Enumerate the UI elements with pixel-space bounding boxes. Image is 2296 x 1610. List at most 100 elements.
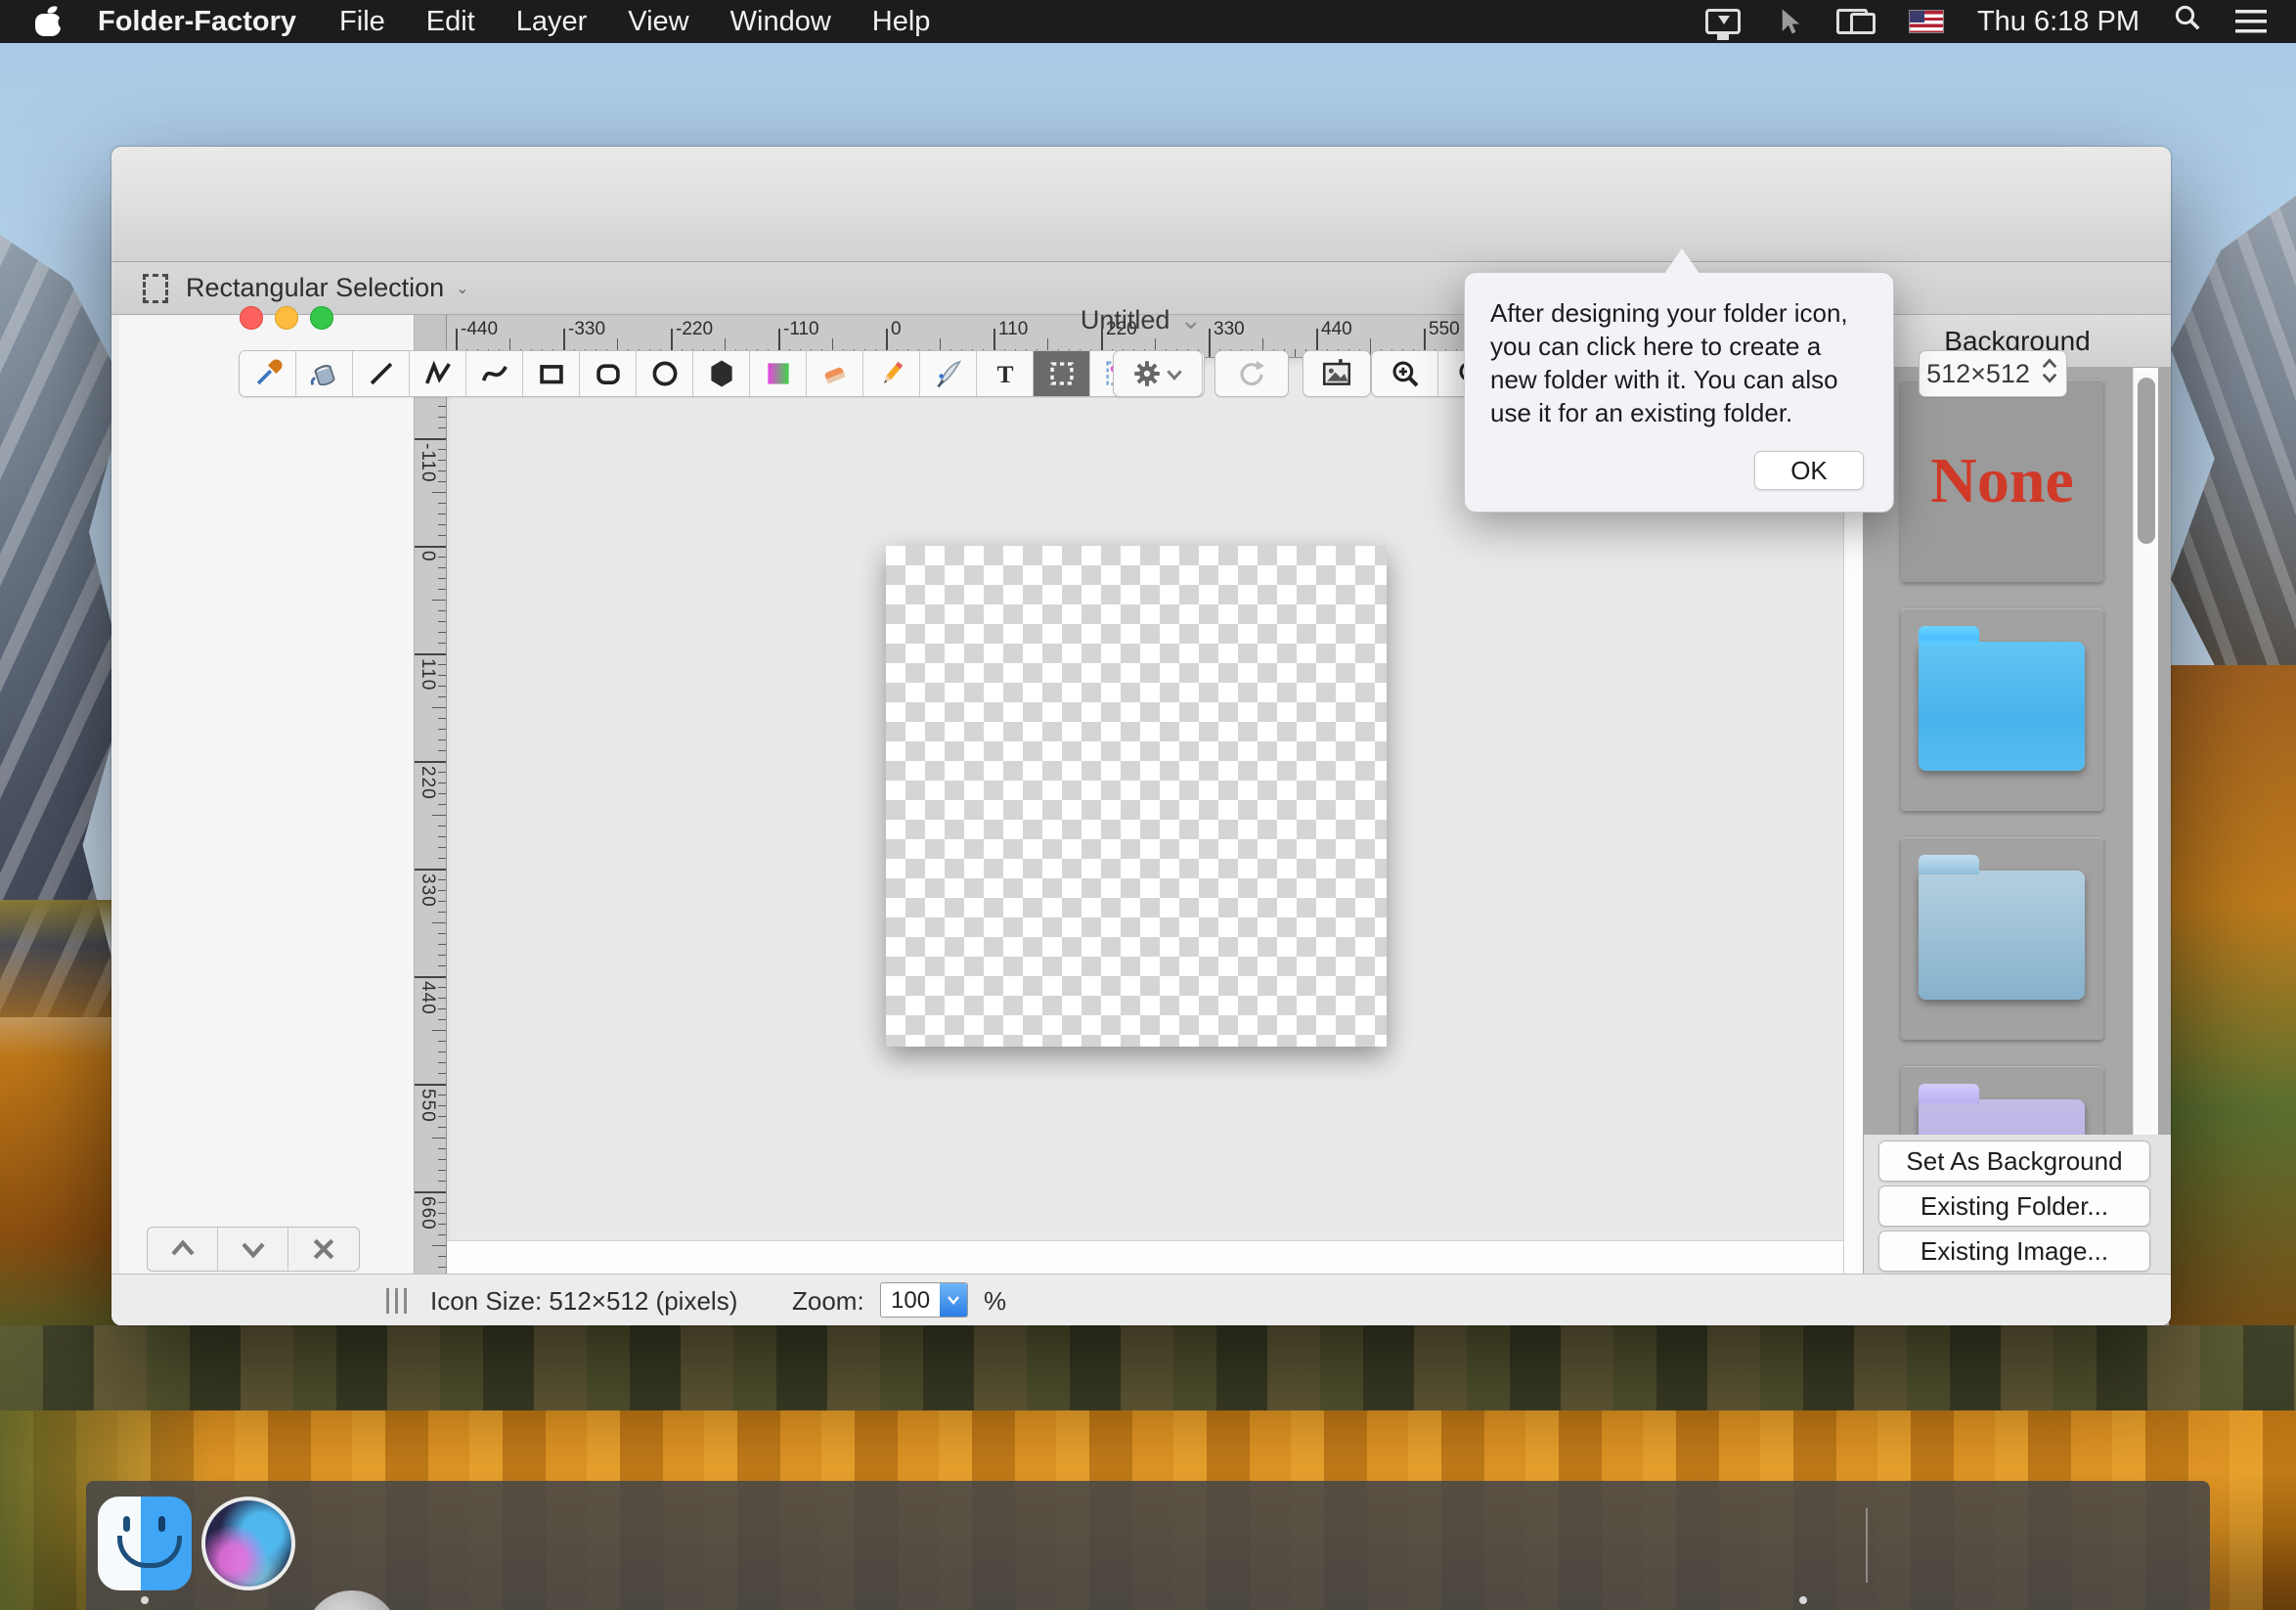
ruler-tick-label: 0: [417, 551, 438, 562]
airbrush-tool[interactable]: [920, 351, 977, 396]
panel-scrollbar[interactable]: [2133, 368, 2158, 1135]
eyedropper-tool[interactable]: [240, 351, 296, 396]
layer-move-down-button[interactable]: [218, 1228, 288, 1271]
pointer-icon[interactable]: [1774, 7, 1803, 36]
ruler-tick-label: 550: [417, 1089, 438, 1123]
close-button[interactable]: [240, 306, 263, 330]
icon-size-stepper[interactable]: 512×512: [1919, 350, 2067, 397]
horizontal-scrollbar[interactable]: [447, 1240, 1863, 1274]
purple-folder-thumbnail[interactable]: [1901, 1066, 2103, 1135]
stepper-arrows-icon: [2040, 356, 2059, 392]
finder-dock-icon[interactable]: [98, 1497, 192, 1590]
dock: JAN252803D♫: [86, 1481, 2210, 1610]
polyline-tool[interactable]: [410, 351, 466, 396]
selection-mode-label: Rectangular Selection: [186, 273, 444, 303]
autumn-trees-left: [0, 900, 117, 1350]
siri-dock-icon[interactable]: [201, 1497, 295, 1590]
menu-view[interactable]: View: [628, 6, 688, 38]
line-tool[interactable]: [353, 351, 410, 396]
spotlight-search-icon[interactable]: [2173, 3, 2202, 40]
zoom-label: Zoom:: [792, 1286, 864, 1317]
percent-sign: %: [984, 1286, 1006, 1317]
ruler-tick-label: 330: [417, 873, 438, 908]
app-menu[interactable]: Folder-Factory: [98, 6, 296, 38]
pencil-tool[interactable]: [863, 351, 920, 396]
ruler-tick-label: 110: [417, 658, 438, 691]
existing-folder-button[interactable]: Existing Folder...: [1878, 1185, 2150, 1227]
notification-center-icon[interactable]: [2235, 10, 2267, 33]
eraser-tool[interactable]: [807, 351, 863, 396]
launchpad-dock-icon[interactable]: [305, 1590, 399, 1610]
lightblue-folder-thumbnail[interactable]: [1901, 837, 2103, 1040]
gradient-tool[interactable]: [750, 351, 807, 396]
layer-delete-button[interactable]: [288, 1228, 359, 1271]
popover-text: After designing your folder icon, you ca…: [1465, 273, 1893, 429]
svg-text:T: T: [996, 360, 1013, 388]
chevron-down-icon[interactable]: ⌄: [456, 279, 468, 298]
menu-layer[interactable]: Layer: [516, 6, 588, 38]
menu-bar-status: Thu 6:18 PM: [1705, 3, 2296, 40]
autumn-trees-right: [2169, 665, 2296, 1350]
blue-folder-thumbnail[interactable]: [1901, 608, 2103, 811]
import-image-button[interactable]: [1303, 350, 1371, 397]
set-as-background-button[interactable]: Set As Background: [1878, 1140, 2150, 1182]
dropdown-arrow-icon: [940, 1283, 967, 1317]
apply-icon-help-popover: After designing your folder icon, you ca…: [1464, 272, 1894, 513]
marquee-icon: [143, 274, 168, 303]
background-list: None: [1864, 368, 2171, 1135]
title-chevron-icon[interactable]: ⌄: [1179, 305, 1202, 335]
text-tool[interactable]: T: [977, 351, 1034, 396]
title-bar[interactable]: [111, 147, 2171, 262]
transparent-canvas[interactable]: [886, 546, 1387, 1047]
displays-icon[interactable]: [1836, 9, 1876, 34]
ok-button[interactable]: OK: [1754, 451, 1864, 490]
us-flag-icon[interactable]: [1909, 10, 1944, 33]
menu-items: File Edit Layer View Window Help: [339, 6, 971, 38]
ruler-tick-label: 220: [417, 766, 438, 800]
zoom-percent-select[interactable]: 100: [880, 1282, 968, 1318]
menu-help[interactable]: Help: [872, 6, 931, 38]
running-indicator: [1799, 1596, 1807, 1604]
blue-folder-icon: [1919, 642, 2085, 771]
airplay-display-icon[interactable]: [1705, 9, 1741, 34]
rectangle-tool[interactable]: [523, 351, 580, 396]
gear-menu-button[interactable]: [1113, 350, 1203, 397]
vertical-ruler: -110 0 110 220 330 440 550 660: [415, 315, 447, 1274]
ellipse-tool[interactable]: [637, 351, 693, 396]
scrollbar-thumb[interactable]: [2138, 378, 2155, 544]
treeline: [0, 1325, 2296, 1415]
menu-bar: Folder-Factory File Edit Layer View Window He…: [0, 0, 2296, 43]
tool-palette: T: [239, 350, 1205, 397]
rotate-button[interactable]: [1214, 350, 1289, 397]
drag-handle-icon[interactable]: [386, 1288, 407, 1314]
minimize-button[interactable]: [275, 306, 298, 330]
polygon-tool[interactable]: [693, 351, 750, 396]
layer-move-up-button[interactable]: [148, 1228, 218, 1271]
icon-size-status: Icon Size: 512×512 (pixels): [430, 1286, 737, 1317]
background-panel: Background None Set As BackgroundExistin…: [1863, 315, 2171, 1325]
layers-panel[interactable]: [119, 315, 415, 1274]
ruler-tick-label: -110: [417, 443, 438, 483]
paint-can-tool[interactable]: [296, 351, 353, 396]
status-bar: Icon Size: 512×512 (pixels) Zoom: 100 %: [111, 1274, 2171, 1325]
ruler-tick-label: 660: [417, 1196, 438, 1230]
menu-file[interactable]: File: [339, 6, 385, 38]
rectangular-marquee-tool[interactable]: [1034, 351, 1090, 396]
curve-tool[interactable]: [466, 351, 523, 396]
zoom-in-button[interactable]: [1372, 351, 1438, 396]
purple-folder-icon: [1919, 1099, 2085, 1135]
dock-divider: [1866, 1508, 1868, 1583]
menu-window[interactable]: Window: [730, 6, 831, 38]
existing-image-button[interactable]: Existing Image...: [1878, 1230, 2150, 1272]
mountain-right: [2171, 196, 2296, 743]
lightblue-folder-icon: [1919, 871, 2085, 1000]
zoom-window-button[interactable]: [310, 306, 333, 330]
menu-edit[interactable]: Edit: [426, 6, 475, 38]
apple-menu-icon[interactable]: [35, 7, 61, 36]
rounded-rectangle-tool[interactable]: [580, 351, 637, 396]
none-label: None: [1930, 444, 2074, 518]
running-indicator: [141, 1596, 149, 1604]
ruler-tick-label: 440: [417, 981, 438, 1015]
menu-bar-clock[interactable]: Thu 6:18 PM: [1977, 6, 2140, 38]
none-thumbnail[interactable]: None: [1901, 380, 2103, 582]
